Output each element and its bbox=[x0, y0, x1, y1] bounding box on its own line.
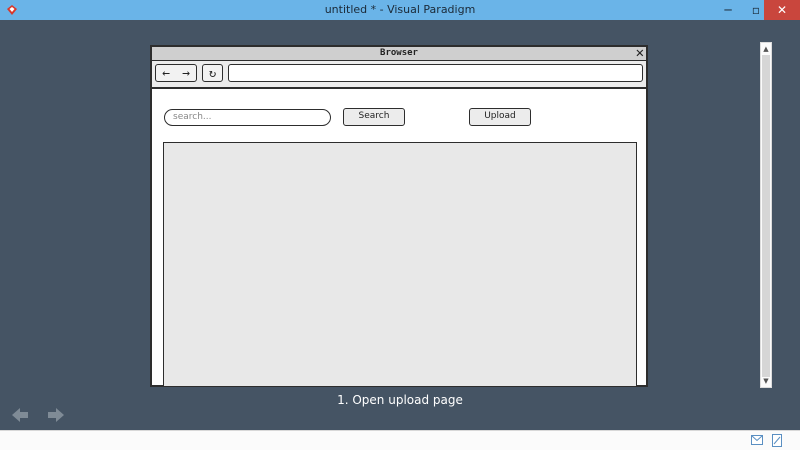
scroll-down-icon[interactable]: ▼ bbox=[761, 375, 771, 387]
browser-wireframe-toolbar: ← → ↻ bbox=[152, 61, 646, 89]
status-bar bbox=[0, 430, 800, 450]
forward-arrow-icon: → bbox=[182, 65, 190, 81]
browser-wireframe-titlebar: Browser ✕ bbox=[152, 45, 646, 61]
browser-wireframe-title: Browser bbox=[380, 48, 418, 58]
search-button: Search bbox=[343, 108, 405, 126]
window-titlebar: untitled * - Visual Paradigm ─ ▫ ✕ bbox=[0, 0, 800, 20]
upload-button: Upload bbox=[469, 108, 531, 126]
document-edit-icon[interactable] bbox=[772, 434, 782, 447]
next-arrow-icon-glyph bbox=[48, 408, 64, 422]
content-panel bbox=[163, 142, 637, 387]
close-button[interactable]: ✕ bbox=[764, 0, 800, 20]
vertical-scrollbar[interactable]: ▲ ▼ bbox=[760, 42, 772, 388]
scroll-up-icon[interactable]: ▲ bbox=[761, 43, 771, 55]
previous-arrow-icon[interactable] bbox=[10, 405, 30, 425]
address-bar bbox=[228, 64, 643, 82]
browser-wireframe[interactable]: Browser ✕ ← → ↻ search... Search Upload bbox=[150, 45, 648, 387]
minimize-button[interactable]: ─ bbox=[714, 0, 742, 20]
mail-icon[interactable] bbox=[751, 435, 763, 445]
back-forward-buttons: ← → bbox=[155, 64, 197, 82]
search-input: search... bbox=[164, 109, 331, 126]
back-arrow-icon: ← bbox=[162, 65, 170, 81]
refresh-icon: ↻ bbox=[202, 64, 223, 82]
next-arrow-icon[interactable] bbox=[46, 405, 66, 425]
browser-wireframe-close-icon: ✕ bbox=[635, 45, 644, 61]
window-title: untitled * - Visual Paradigm bbox=[324, 3, 476, 16]
previous-arrow-icon-glyph bbox=[12, 408, 28, 422]
scrollbar-thumb[interactable] bbox=[762, 55, 770, 377]
slide-caption: 1. Open upload page bbox=[337, 393, 463, 407]
